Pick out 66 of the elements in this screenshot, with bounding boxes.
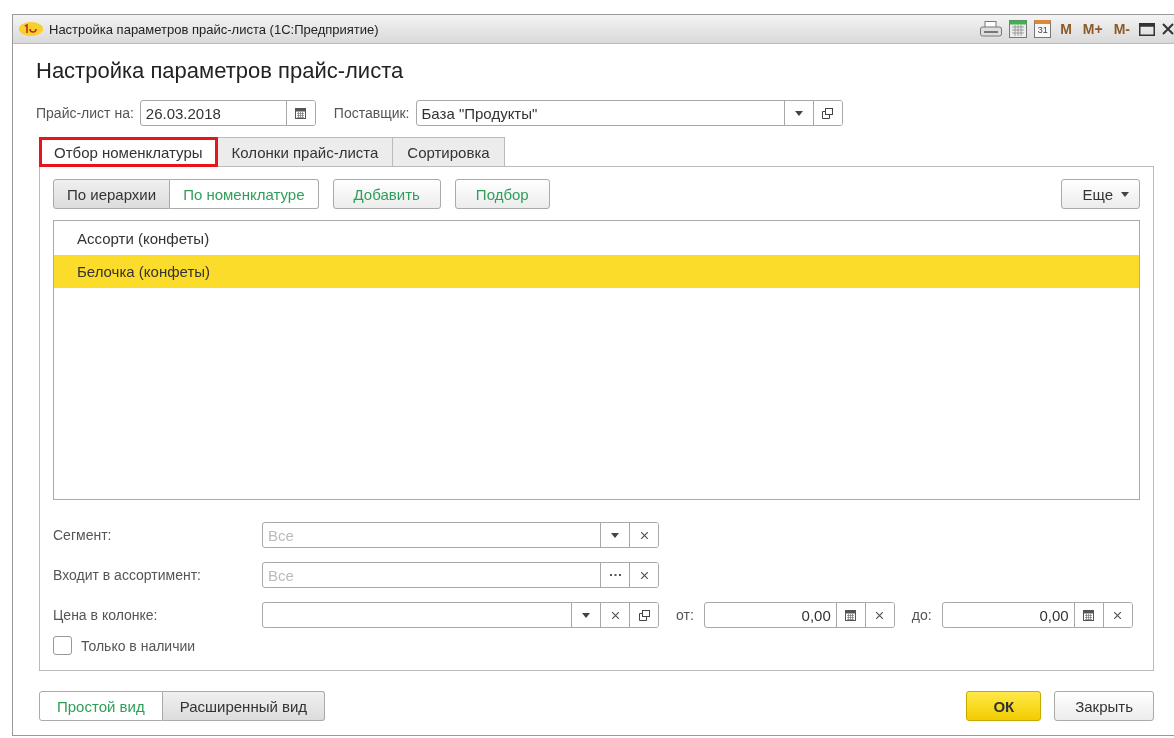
field-open-button[interactable]	[812, 101, 842, 125]
tab[interactable]: Сортировка	[393, 137, 505, 167]
calendar-icon	[295, 107, 307, 119]
memory-button[interactable]: M	[1058, 21, 1074, 37]
field-label: Поставщик:	[333, 105, 410, 121]
dropdown-icon	[582, 612, 590, 618]
open-window-icon	[638, 609, 650, 621]
dropdown-icon	[794, 110, 803, 116]
form-heading: Настройка параметров прайс-листа	[36, 58, 405, 84]
memory-button[interactable]: M+	[1080, 21, 1105, 37]
clear-icon	[876, 611, 884, 619]
clear-icon	[640, 531, 648, 539]
field-clear-button[interactable]	[629, 523, 658, 547]
field-calendar-button[interactable]	[285, 101, 315, 125]
supplier-field[interactable]: База "Продукты"	[415, 100, 843, 126]
field-clear-button[interactable]	[629, 563, 658, 587]
clear-icon	[1114, 611, 1122, 619]
calculator-icon[interactable]	[1009, 20, 1028, 38]
clear-icon	[611, 611, 619, 619]
open-window-icon	[822, 107, 833, 119]
text-input[interactable]: Все	[263, 523, 600, 547]
view-toggle-button[interactable]: По иерархии	[53, 179, 171, 209]
field-open-button[interactable]	[629, 603, 658, 627]
field-label: Цена в колонке:	[53, 607, 159, 623]
print-icon[interactable]	[980, 21, 1003, 37]
view-mode-button[interactable]: Простой вид	[39, 691, 163, 721]
field-label: Сегмент:	[53, 527, 113, 543]
number-field[interactable]: 0,00	[941, 602, 1133, 628]
dropdown-icon	[1121, 191, 1129, 197]
window-title: Настройка параметров прайс-листа (1С:Предприятие)	[49, 21, 380, 37]
maximize-icon[interactable]	[1139, 22, 1155, 36]
view-toggle-button[interactable]: По номенклатуре	[170, 179, 319, 209]
ok-button[interactable]: ОК	[966, 691, 1042, 721]
field-label: до:	[911, 607, 932, 623]
number-field[interactable]: 0,00	[703, 602, 895, 628]
text-input[interactable]: 0,00	[704, 603, 836, 627]
text-input[interactable]: База "Продукты"	[416, 101, 784, 125]
list-row[interactable]: Ассорти (конфеты)	[54, 222, 1139, 255]
app-logo-icon	[19, 22, 43, 36]
view-mode-button[interactable]: Расширенный вид	[162, 691, 326, 721]
close-icon[interactable]	[1162, 23, 1174, 35]
field-label: Входит в ассортимент:	[53, 567, 202, 583]
tab[interactable]: Отбор номенклатуры	[39, 137, 218, 167]
tab[interactable]: Колонки прайс-листа	[217, 137, 394, 167]
calculator-icon	[845, 609, 857, 621]
text-input[interactable]: 0,00	[942, 603, 1074, 627]
more-button[interactable]: Еще	[1061, 179, 1140, 209]
dropdown-icon	[611, 532, 619, 538]
clear-icon	[640, 571, 648, 579]
checkbox[interactable]	[53, 636, 72, 655]
field-clear-button[interactable]	[864, 603, 894, 627]
text-input[interactable]: Все	[263, 563, 600, 587]
field-clear-button[interactable]	[1102, 603, 1132, 627]
memory-button[interactable]: M-	[1111, 21, 1132, 37]
field-label: Прайс-лист на:	[36, 105, 134, 121]
field-label: от:	[676, 607, 694, 623]
text-input[interactable]: 26.03.2018	[140, 101, 286, 125]
date-field[interactable]: 26.03.2018	[139, 100, 316, 126]
checkbox-label: Только в наличии	[81, 637, 196, 654]
close-button[interactable]: Закрыть	[1054, 691, 1154, 721]
filter-field[interactable]: Все	[262, 562, 659, 588]
calendar-button[interactable]: 31	[1034, 20, 1052, 38]
filter-field[interactable]	[262, 602, 659, 628]
filter-field[interactable]: Все	[262, 522, 659, 548]
calculator-icon	[1083, 609, 1095, 621]
list-row[interactable]: Белочка (конфеты)	[54, 255, 1139, 288]
